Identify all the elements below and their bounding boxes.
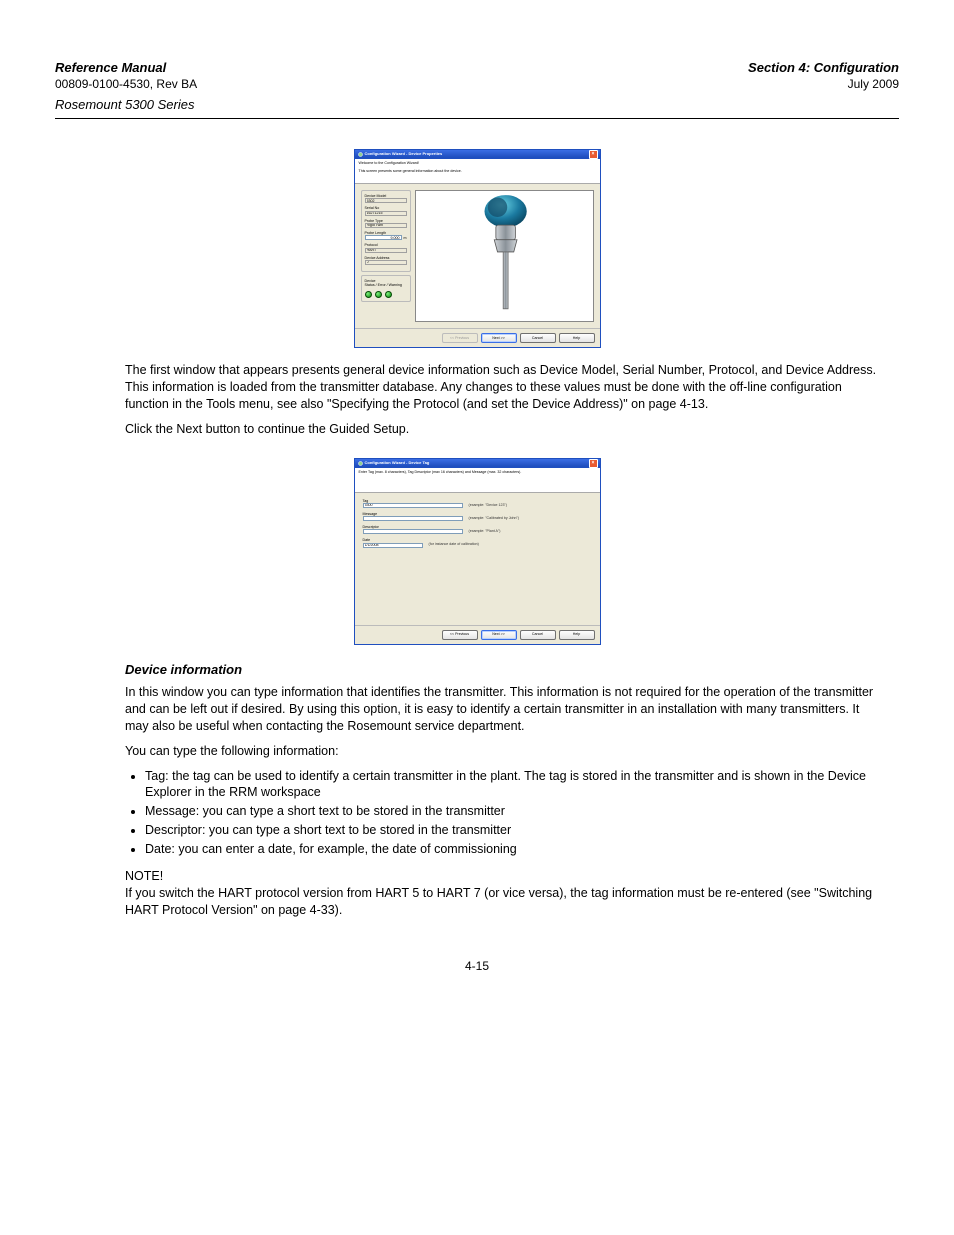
device-status-labels: Status / Error / Warning — [365, 283, 407, 287]
date-field[interactable] — [363, 543, 423, 548]
message-hint: (example: "Calibrated by John") — [469, 516, 592, 521]
device-address-field — [365, 260, 407, 265]
page-number: 4-15 — [55, 959, 899, 973]
device-info-group: Device Model Serial No Probe Type Probe … — [361, 190, 411, 272]
list-item: Tag: the tag can be used to identify a c… — [145, 768, 885, 802]
device-status-group: Device Status / Error / Warning — [361, 275, 411, 302]
instruction-subtext: This screen presents some general inform… — [359, 169, 596, 173]
header-right: Section 4: Configuration — [748, 60, 899, 75]
paragraph: The first window that appears presents g… — [125, 362, 885, 413]
tag-field[interactable] — [363, 503, 463, 508]
message-field[interactable] — [363, 516, 463, 521]
instruction-text: Enter Tag (max. 8 characters), Tag Descr… — [359, 470, 596, 474]
date-hint: (for instance date of calibration) — [429, 542, 592, 547]
instruction-title: Welcome to the Configuration Wizard! — [359, 161, 596, 165]
close-icon: × — [592, 152, 595, 157]
header-left: Reference Manual — [55, 60, 166, 75]
descriptor-field[interactable] — [363, 529, 463, 534]
warning-indicator-icon — [385, 291, 392, 298]
cancel-button[interactable]: Cancel — [520, 630, 556, 640]
paragraph: Click the Next button to continue the Gu… — [125, 421, 885, 438]
transmitter-illustration-icon — [454, 191, 554, 321]
dialog-title: Configuration Wizard - Device Properties — [365, 152, 443, 157]
close-button[interactable]: × — [589, 150, 598, 159]
next-button[interactable]: Next >> — [481, 630, 517, 640]
text-block-1: The first window that appears presents g… — [125, 362, 885, 438]
previous-button: << Previous — [442, 333, 478, 343]
help-button[interactable]: Help — [559, 630, 595, 640]
instruction-bar: Welcome to the Configuration Wizard! Thi… — [355, 159, 600, 184]
section-heading: Device information — [125, 661, 885, 679]
probe-length-unit: m — [403, 236, 407, 240]
app-icon — [358, 152, 363, 157]
text-block-2: Device information In this window you ca… — [125, 661, 885, 919]
next-button[interactable]: Next >> — [481, 333, 517, 343]
list-item: Date: you can enter a date, for example,… — [145, 841, 885, 858]
device-image — [415, 190, 594, 322]
doc-ref: 00809-0100-4530, Rev BA — [55, 77, 197, 91]
close-icon: × — [592, 461, 595, 466]
list-item: Descriptor: you can type a short text to… — [145, 822, 885, 839]
product-line: Rosemount 5300 Series — [55, 97, 899, 112]
status-indicator-icon — [365, 291, 372, 298]
error-indicator-icon — [375, 291, 382, 298]
previous-button[interactable]: << Previous — [442, 630, 478, 640]
protocol-field — [365, 248, 407, 253]
help-button[interactable]: Help — [559, 333, 595, 343]
titlebar[interactable]: Configuration Wizard - Device Tag × — [355, 459, 600, 468]
page-header: Reference Manual Section 4: Configuratio… — [55, 60, 899, 75]
descriptor-hint: (example: "Plant A") — [469, 529, 592, 534]
button-bar: << Previous Next >> Cancel Help — [355, 625, 600, 644]
paragraph: You can type the following information: — [125, 743, 885, 760]
header-rule — [55, 118, 899, 119]
titlebar[interactable]: Configuration Wizard - Device Properties… — [355, 150, 600, 159]
probe-length-field[interactable] — [365, 235, 402, 240]
dialog-title: Configuration Wizard - Device Tag — [365, 461, 430, 466]
probe-type-field — [365, 223, 407, 228]
tag-hint: (example: "Device 123") — [469, 503, 592, 508]
note-label: NOTE! — [125, 868, 885, 885]
button-bar: << Previous Next >> Cancel Help — [355, 328, 600, 347]
date-right: July 2009 — [848, 77, 899, 91]
config-wizard-device-properties-dialog: Configuration Wizard - Device Properties… — [354, 149, 601, 348]
device-model-field — [365, 198, 407, 203]
list-item: Message: you can type a short text to be… — [145, 803, 885, 820]
serial-no-field — [365, 211, 407, 216]
config-wizard-device-tag-dialog: Configuration Wizard - Device Tag × Ente… — [354, 458, 601, 645]
app-icon — [358, 461, 363, 466]
cancel-button[interactable]: Cancel — [520, 333, 556, 343]
bullet-list: Tag: the tag can be used to identify a c… — [145, 768, 885, 858]
instruction-bar: Enter Tag (max. 8 characters), Tag Descr… — [355, 468, 600, 493]
paragraph: In this window you can type information … — [125, 684, 885, 735]
close-button[interactable]: × — [589, 459, 598, 468]
note-text: If you switch the HART protocol version … — [125, 885, 885, 919]
